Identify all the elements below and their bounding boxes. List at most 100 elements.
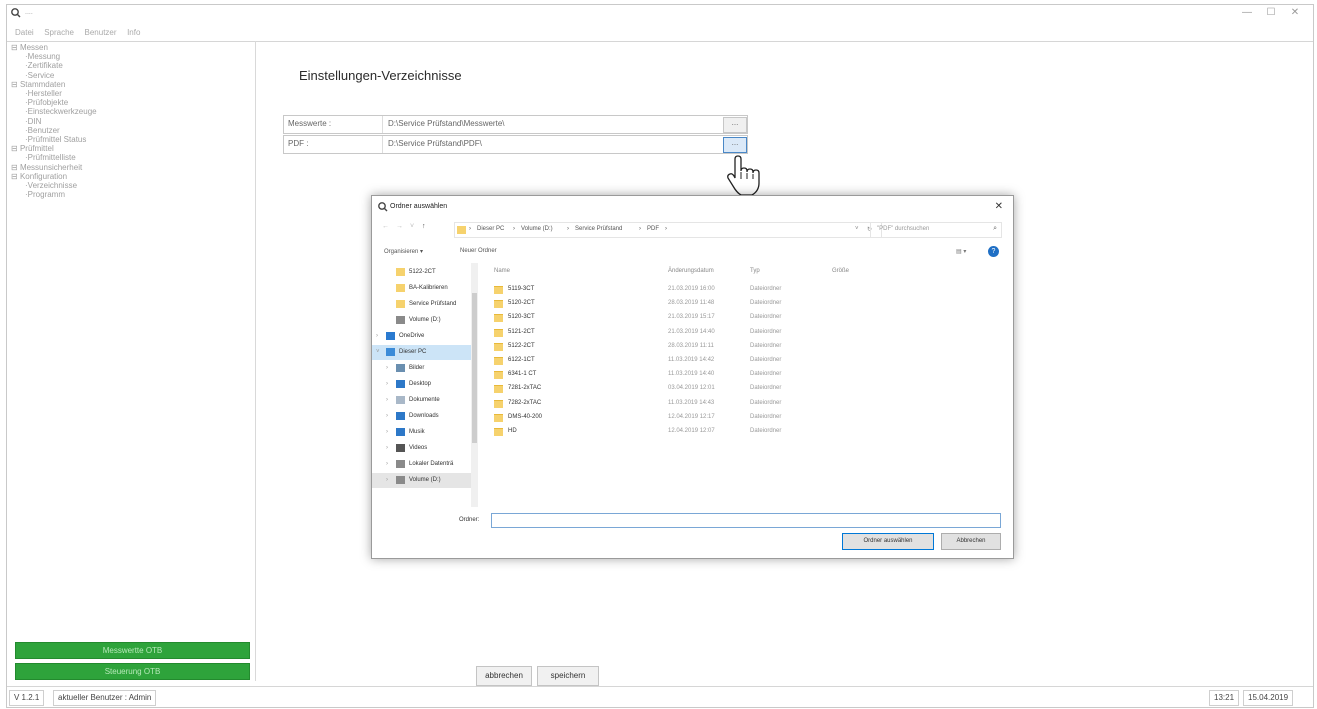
expand-icon[interactable]: › — [386, 365, 388, 371]
recent-locations-icon[interactable]: ˅ — [410, 223, 414, 230]
tree-item[interactable]: ·Messung — [25, 52, 60, 61]
nav-item[interactable]: › OneDrive — [372, 329, 472, 344]
tree-item[interactable]: ⊟ Prüfmittel — [11, 144, 54, 153]
minimize-icon[interactable]: — — [1235, 7, 1259, 21]
nav-item[interactable]: › Desktop — [372, 377, 472, 392]
expand-icon[interactable]: › — [386, 429, 388, 435]
folder-input[interactable] — [491, 513, 1001, 528]
column-size[interactable]: Größe — [832, 268, 849, 274]
messwerte-path-field[interactable]: D:\Service Prüfstand\Messwerte\ — [388, 119, 504, 128]
tree-item[interactable]: ·Zertifikate — [25, 61, 63, 70]
nav-item[interactable]: Volume (D:) — [372, 313, 472, 328]
tree-item[interactable]: ·Einsteckwerkzeuge — [25, 107, 97, 116]
close-icon[interactable]: ✕ — [1283, 7, 1307, 21]
file-row[interactable]: 6341-1 CT 11.03.2019 14:40 Dateiordner — [482, 368, 882, 381]
up-icon[interactable]: ↑ — [422, 223, 426, 230]
tree-item[interactable]: ·Programm — [25, 190, 65, 199]
tree-item[interactable]: ·Prüfmittel Status — [25, 135, 86, 144]
maximize-icon[interactable]: ☐ — [1259, 7, 1283, 21]
nav-item[interactable]: › Bilder — [372, 361, 472, 376]
expand-icon[interactable]: › — [386, 413, 388, 419]
collapse-icon[interactable]: ⊟ — [11, 144, 20, 153]
expand-icon[interactable]: › — [386, 397, 388, 403]
nav-scrollbar[interactable] — [471, 263, 478, 507]
expand-icon[interactable]: ˅ — [376, 349, 380, 355]
view-options-icon[interactable]: ▤ ▾ — [956, 248, 966, 255]
folder-icon — [396, 300, 405, 308]
nav-scroll-thumb[interactable] — [472, 293, 477, 443]
menu-benutzer[interactable]: Benutzer — [85, 28, 117, 37]
organize-menu[interactable]: Organisieren ▾ — [384, 248, 423, 255]
tree-item[interactable]: ·Hersteller — [25, 89, 62, 98]
file-row[interactable]: 7282-2xTAC 11.03.2019 14:43 Dateiordner — [482, 397, 882, 410]
menu-datei[interactable]: Datei — [15, 28, 34, 37]
tree-item[interactable]: ·DIN — [25, 117, 41, 126]
breadcrumb-volume[interactable]: Volume (D:) — [521, 226, 553, 232]
nav-item[interactable]: › Musik — [372, 425, 472, 440]
file-row[interactable]: 7281-2xTAC 03.04.2019 12:01 Dateiordner — [482, 382, 882, 395]
chevron-down-icon[interactable]: ˅ — [855, 226, 859, 232]
back-icon[interactable]: ← — [382, 223, 389, 230]
dialog-cancel-button[interactable]: Abbrechen — [941, 533, 1001, 550]
nav-item[interactable]: Service Prüfstand — [372, 297, 472, 312]
forward-icon[interactable]: → — [396, 223, 403, 230]
expand-icon[interactable]: › — [386, 381, 388, 387]
tree-item[interactable]: ⊟ Stammdaten — [11, 80, 65, 89]
tree-item[interactable]: ·Prüfobjekte — [25, 98, 68, 107]
menu-sprache[interactable]: Sprache — [44, 28, 74, 37]
file-type: Dateiordner — [750, 342, 782, 349]
tree-item[interactable]: ·Verzeichnisse — [25, 181, 77, 190]
help-icon[interactable]: ? — [988, 246, 999, 257]
nav-item[interactable]: › Lokaler Datenträ — [372, 457, 472, 472]
nav-item[interactable]: BA-Kalibrieren — [372, 281, 472, 296]
select-folder-button[interactable]: Ordner auswählen — [842, 533, 934, 550]
nav-item[interactable]: › Downloads — [372, 409, 472, 424]
messwerte-status-button[interactable]: Messwertte OTB — [15, 642, 250, 659]
tree-item[interactable]: ⊟ Konfiguration — [11, 172, 67, 181]
file-row[interactable]: 5122-2CT 28.03.2019 11:11 Dateiordner — [482, 340, 882, 353]
cancel-button[interactable]: abbrechen — [476, 666, 532, 686]
column-date[interactable]: Änderungsdatum — [668, 268, 714, 274]
column-type[interactable]: Typ — [750, 268, 760, 274]
collapse-icon[interactable]: ⊟ — [11, 163, 20, 172]
collapse-icon[interactable]: ⊟ — [11, 80, 20, 89]
save-button[interactable]: speichern — [537, 666, 599, 686]
nav-item[interactable]: › Volume (D:) — [372, 473, 472, 488]
search-input[interactable]: "PDF" durchsuchen ⌕ — [870, 222, 1002, 238]
column-name[interactable]: Name — [494, 268, 510, 274]
pdf-path-field[interactable]: D:\Service Prüfstand\PDF\ — [388, 139, 482, 148]
nav-item[interactable]: ˅ Dieser PC — [372, 345, 472, 360]
file-row[interactable]: 5119-3CT 21.03.2019 16:00 Dateiordner — [482, 283, 882, 296]
nav-item[interactable]: 5122-2CT — [372, 265, 472, 280]
expand-icon[interactable]: › — [376, 333, 378, 339]
breadcrumb-dieser-pc[interactable]: Dieser PC — [477, 226, 504, 232]
dialog-close-icon[interactable]: ✕ — [995, 201, 1003, 212]
file-row[interactable]: 5120-2CT 28.03.2019 11:48 Dateiordner — [482, 297, 882, 310]
pdf-browse-button[interactable]: ... — [723, 137, 747, 153]
file-row[interactable]: 5121-2CT 21.03.2019 14:40 Dateiordner — [482, 326, 882, 339]
expand-icon[interactable]: › — [386, 445, 388, 451]
tree-item[interactable]: ⊟ Messen — [11, 43, 48, 52]
file-row[interactable]: HD 12.04.2019 12:07 Dateiordner — [482, 425, 882, 438]
tree-item[interactable]: ·Service — [25, 71, 54, 80]
collapse-icon[interactable]: ⊟ — [11, 172, 20, 181]
breadcrumb[interactable]: › Dieser PC › Volume (D:) › Service Prüf… — [454, 222, 882, 238]
expand-icon[interactable]: › — [386, 477, 388, 483]
nav-item[interactable]: › Videos — [372, 441, 472, 456]
file-row[interactable]: DMS-40-200 12.04.2019 12:17 Dateiordner — [482, 411, 882, 424]
tree-item[interactable]: ·Benutzer — [25, 126, 60, 135]
file-row[interactable]: 5120-3CT 21.03.2019 15:17 Dateiordner — [482, 311, 882, 324]
messwerte-browse-button[interactable]: ... — [723, 117, 747, 133]
collapse-icon[interactable]: ⊟ — [11, 43, 20, 52]
file-row[interactable]: 6122-1CT 11.03.2019 14:42 Dateiordner — [482, 354, 882, 367]
breadcrumb-pdf[interactable]: PDF — [647, 226, 659, 232]
steuerung-status-button[interactable]: Steuerung OTB — [15, 663, 250, 680]
breadcrumb-service-pruefstand[interactable]: Service Prüfstand — [575, 226, 622, 232]
new-folder-button[interactable]: Neuer Ordner — [460, 248, 497, 254]
expand-icon[interactable]: › — [386, 461, 388, 467]
tree-item[interactable]: ·Prüfmittelliste — [25, 153, 76, 162]
menu-info[interactable]: Info — [127, 28, 140, 37]
page-title: Einstellungen-Verzeichnisse — [299, 68, 462, 83]
nav-item[interactable]: › Dokumente — [372, 393, 472, 408]
tree-item[interactable]: ⊟ Messunsicherheit — [11, 163, 82, 172]
